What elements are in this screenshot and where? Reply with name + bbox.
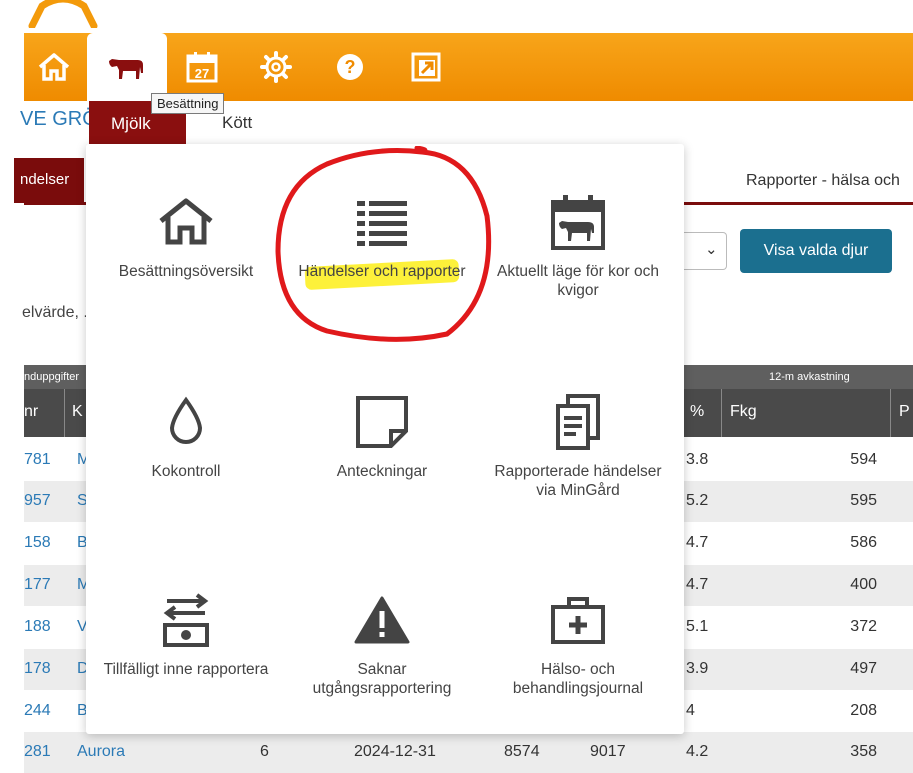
herd-dropdown-menu: Besättningsöversikt Händelser och rappor… bbox=[86, 144, 684, 734]
calendar-cow-icon bbox=[551, 195, 605, 250]
fat-kg: 400 bbox=[850, 576, 877, 593]
fat-kg: 358 bbox=[850, 743, 877, 760]
lactation-number: 6 bbox=[260, 743, 269, 760]
fat-kg: 595 bbox=[850, 492, 877, 509]
herd-tooltip: Besättning bbox=[151, 93, 225, 114]
fat-pct: 4.7 bbox=[686, 576, 709, 593]
svg-text:?: ? bbox=[345, 57, 356, 77]
col-pct[interactable]: % bbox=[690, 403, 704, 421]
fat-pct: 5.2 bbox=[686, 492, 709, 509]
fat-pct: 3.9 bbox=[686, 660, 709, 677]
cow-number-link[interactable]: 188 bbox=[24, 618, 51, 636]
date-value: 2024-12-31 bbox=[354, 743, 436, 760]
menu-item-milk-recording[interactable]: Kokontroll bbox=[88, 344, 284, 524]
cow-icon bbox=[109, 59, 143, 79]
logo bbox=[28, 0, 98, 28]
col-p[interactable]: P bbox=[899, 403, 910, 421]
cow-name-link[interactable]: Aurora bbox=[77, 743, 125, 761]
fat-kg: 586 bbox=[850, 534, 877, 551]
calendar-day: 27 bbox=[195, 66, 209, 81]
menu-item-health-journal[interactable]: Hälso- och behandlingsjournal bbox=[480, 542, 676, 722]
drop-icon bbox=[169, 396, 203, 444]
cow-number-link[interactable]: 158 bbox=[24, 534, 51, 552]
cow-number-link[interactable]: 781 bbox=[24, 451, 51, 469]
calendar-icon: 27 bbox=[186, 52, 218, 83]
fat-pct: 3.8 bbox=[686, 451, 709, 468]
yield-value: 8574 bbox=[504, 743, 540, 760]
ecm-value: 9017 bbox=[590, 743, 626, 760]
menu-item-notes[interactable]: Anteckningar bbox=[284, 344, 480, 524]
menu-label: Aktuellt läge för kor och kvigor bbox=[497, 263, 659, 299]
external-link-icon bbox=[411, 52, 441, 82]
cow-number-link[interactable]: 281 bbox=[24, 743, 51, 761]
show-selected-animals-button[interactable]: Visa valda djur bbox=[740, 229, 892, 273]
home-icon bbox=[38, 53, 70, 81]
chevron-down-icon: ⌄ bbox=[705, 241, 718, 258]
fat-pct: 5.1 bbox=[686, 618, 709, 635]
menu-label: Saknar utgångsrapportering bbox=[312, 661, 452, 697]
fat-kg: 372 bbox=[850, 618, 877, 635]
home-outline-icon bbox=[159, 198, 213, 245]
fat-pct: 4.2 bbox=[686, 743, 709, 760]
help-nav-button[interactable]: ? bbox=[320, 33, 380, 101]
help-icon: ? bbox=[337, 54, 363, 80]
gear-icon bbox=[260, 51, 292, 83]
menu-label: Kokontroll bbox=[151, 463, 221, 480]
top-nav-bar: 27 ? bbox=[24, 33, 913, 101]
org-name: VE GRÖ bbox=[20, 108, 98, 130]
table-row[interactable]: 281 Aurora 6 2024-12-31 8574 9017 4.2 35… bbox=[24, 732, 913, 773]
menu-label: Besättningsöversikt bbox=[118, 263, 254, 280]
warning-icon bbox=[354, 596, 410, 644]
menu-label: Hälso- och behandlingsjournal bbox=[512, 661, 644, 697]
menu-label: Händelser och rapporter bbox=[287, 262, 477, 281]
calendar-nav-button[interactable]: 27 bbox=[172, 33, 232, 101]
fat-kg: 497 bbox=[850, 660, 877, 677]
fat-kg: 208 bbox=[850, 702, 877, 719]
fat-kg: 594 bbox=[850, 451, 877, 468]
menu-item-events-reports[interactable]: Händelser och rapporter bbox=[284, 144, 480, 324]
menu-item-current-status[interactable]: Aktuellt läge för kor och kvigor bbox=[480, 144, 676, 324]
fat-pct: 4 bbox=[686, 702, 695, 719]
col-nr[interactable]: nr bbox=[24, 403, 38, 421]
tab-rapporter-halsa[interactable]: Rapporter - hälsa och bbox=[746, 172, 900, 190]
group-12m-yield: 12-m avkastning bbox=[769, 371, 850, 383]
tab-handelser[interactable]: ndelser bbox=[14, 158, 84, 203]
fat-pct: 4.7 bbox=[686, 534, 709, 551]
transfer-icon bbox=[163, 593, 209, 647]
group-basic-info: nduppgifter bbox=[24, 371, 80, 383]
documents-icon bbox=[556, 394, 600, 450]
cow-number-link[interactable]: 244 bbox=[24, 702, 51, 720]
cow-number-link[interactable]: 178 bbox=[24, 660, 51, 678]
menu-item-temporarily-in[interactable]: Tillfälligt inne rapportera bbox=[88, 542, 284, 722]
menu-label: Anteckningar bbox=[336, 463, 428, 480]
note-icon bbox=[356, 396, 408, 448]
menu-item-reported-mingard[interactable]: Rapporterade händelser via MinGård bbox=[480, 344, 676, 524]
home-nav-button[interactable] bbox=[24, 33, 84, 101]
tab-kott[interactable]: Kött bbox=[222, 113, 252, 133]
menu-item-herd-overview[interactable]: Besättningsöversikt bbox=[88, 144, 284, 324]
settings-nav-button[interactable] bbox=[246, 33, 306, 101]
col-k[interactable]: K bbox=[72, 403, 83, 421]
menu-item-missing-exit[interactable]: Saknar utgångsrapportering bbox=[284, 542, 480, 722]
cow-number-link[interactable]: 957 bbox=[24, 492, 51, 510]
herd-nav-button[interactable] bbox=[87, 33, 167, 101]
medical-kit-icon bbox=[551, 597, 605, 644]
external-link-nav-button[interactable] bbox=[396, 33, 456, 101]
menu-label: Tillfälligt inne rapportera bbox=[103, 661, 269, 678]
col-fkg[interactable]: Fkg bbox=[730, 403, 757, 421]
list-icon bbox=[357, 201, 407, 246]
menu-label: Rapporterade händelser via MinGård bbox=[494, 463, 662, 499]
cow-number-link[interactable]: 177 bbox=[24, 576, 51, 594]
